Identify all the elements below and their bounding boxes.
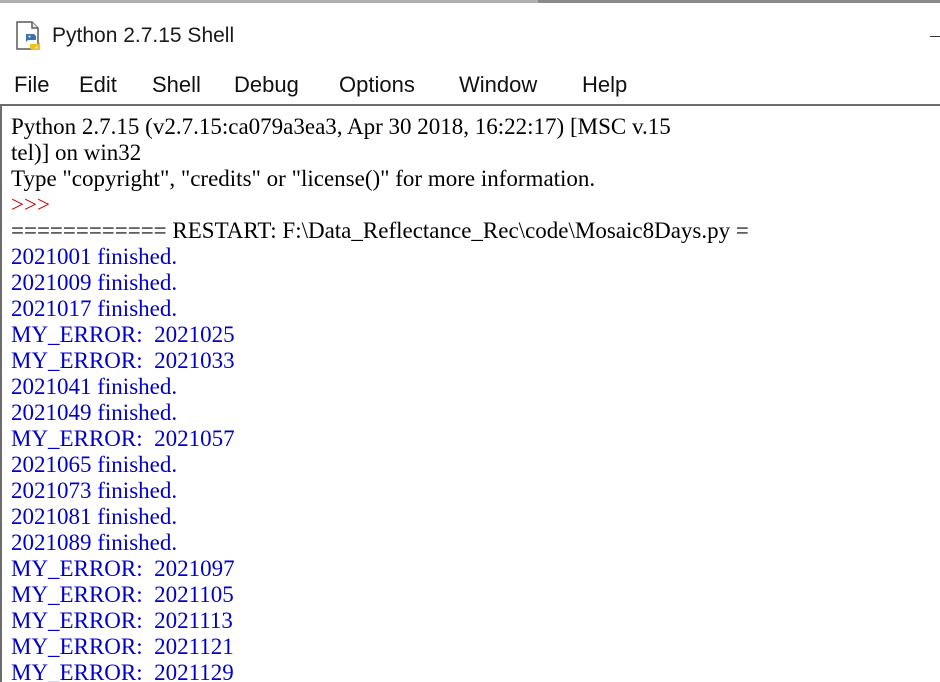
idle-shell-window: Python 2.7.15 Shell File Edit Shell Debu…	[0, 0, 940, 682]
shell-output-line: 2021073 finished.	[11, 478, 178, 503]
window-title: Python 2.7.15 Shell	[52, 24, 235, 47]
menu-edit[interactable]: Edit	[79, 70, 117, 100]
shell-output-line: 2021041 finished.	[11, 374, 178, 399]
shell-output-line: MY_ERROR: 2021129	[11, 660, 234, 682]
window-top-edge-accent	[538, 0, 940, 3]
shell-output-line: MY_ERROR: 2021121	[11, 634, 234, 659]
shell-line: ============ RESTART: F:\Data_Reflectanc…	[11, 218, 749, 243]
shell-line: Python 2.7.15 (v2.7.15:ca079a3ea3, Apr 3…	[11, 114, 671, 139]
menu-options[interactable]: Options	[339, 70, 415, 100]
shell-prompt: >>>	[11, 192, 50, 217]
shell-output-line: MY_ERROR: 2021033	[11, 348, 235, 373]
title-bar[interactable]: Python 2.7.15 Shell	[0, 0, 940, 66]
shell-output-line: 2021017 finished.	[11, 296, 178, 321]
shell-line: tel)] on win32	[11, 140, 142, 165]
shell-output-line: MY_ERROR: 2021057	[11, 426, 235, 451]
shell-output-line: MY_ERROR: 2021113	[11, 608, 233, 633]
menu-bar: File Edit Shell Debug Options Window Hel…	[0, 66, 940, 104]
menu-help[interactable]: Help	[582, 70, 627, 100]
menu-window[interactable]: Window	[459, 70, 537, 100]
shell-output-line: 2021009 finished.	[11, 270, 178, 295]
shell-lines: Python 2.7.15 (v2.7.15:ca079a3ea3, Apr 3…	[11, 114, 749, 682]
python-idle-icon[interactable]	[14, 20, 46, 52]
shell-output-line: MY_ERROR: 2021097	[11, 556, 235, 581]
shell-output-line: 2021081 finished.	[11, 504, 178, 529]
shell-output-line: 2021089 finished.	[11, 530, 178, 555]
menu-debug[interactable]: Debug	[234, 70, 299, 100]
menu-shell[interactable]: Shell	[152, 70, 201, 100]
shell-output-line: 2021049 finished.	[11, 400, 178, 425]
shell-output-line: MY_ERROR: 2021105	[11, 582, 234, 607]
shell-output-line: 2021065 finished.	[11, 452, 178, 477]
shell-output-line: 2021001 finished.	[11, 244, 178, 269]
shell-line: Type "copyright", "credits" or "license(…	[11, 166, 596, 191]
menu-file[interactable]: File	[14, 70, 49, 100]
minimize-icon[interactable]	[930, 36, 940, 37]
shell-text-area[interactable]: Python 2.7.15 (v2.7.15:ca079a3ea3, Apr 3…	[0, 104, 940, 682]
shell-output-line: MY_ERROR: 2021025	[11, 322, 235, 347]
